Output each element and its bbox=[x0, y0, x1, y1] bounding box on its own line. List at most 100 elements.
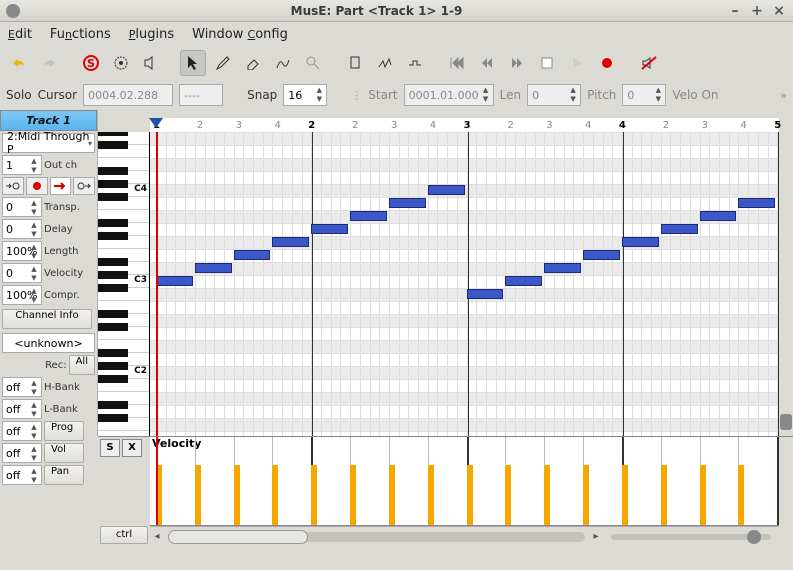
in-route-icon[interactable] bbox=[2, 177, 24, 195]
snap-field[interactable]: 16▲▼ bbox=[283, 84, 327, 106]
ctrl-select-button[interactable]: ctrl bbox=[100, 526, 148, 544]
midi-note[interactable] bbox=[311, 224, 348, 234]
velocity-bar[interactable] bbox=[272, 465, 278, 525]
midi-note[interactable] bbox=[544, 263, 581, 273]
midi-note[interactable] bbox=[738, 198, 775, 208]
menu-plugins[interactable]: Plugins bbox=[129, 27, 174, 42]
redo-button[interactable] bbox=[36, 50, 62, 76]
velocity-bar[interactable] bbox=[544, 465, 550, 525]
velocity-bar[interactable] bbox=[622, 465, 628, 525]
rec-all-button[interactable]: All bbox=[69, 355, 95, 375]
midi-note[interactable] bbox=[156, 276, 193, 286]
hbank-field[interactable]: off▲▼ bbox=[2, 377, 42, 397]
velocity-bar[interactable] bbox=[700, 465, 706, 525]
stop-button[interactable] bbox=[534, 50, 560, 76]
velocity-bar[interactable] bbox=[195, 465, 201, 525]
ctrl-s-button[interactable]: S bbox=[100, 439, 120, 457]
undo-button[interactable] bbox=[6, 50, 32, 76]
ctrl-x-button[interactable]: X bbox=[122, 439, 142, 457]
velocity-bar[interactable] bbox=[583, 465, 589, 525]
loop-off-button[interactable] bbox=[636, 50, 662, 76]
midi-note[interactable] bbox=[350, 211, 387, 221]
velocity-bar[interactable] bbox=[738, 465, 744, 525]
midi-note[interactable] bbox=[272, 237, 309, 247]
midi-note[interactable] bbox=[428, 185, 465, 195]
ctrl-vscroll[interactable] bbox=[779, 437, 793, 546]
piano-keyboard[interactable]: C4C3C2 bbox=[98, 132, 150, 436]
rec-enable-icon[interactable] bbox=[26, 177, 48, 195]
velocity-bar[interactable] bbox=[234, 465, 240, 525]
out-arrow-icon[interactable] bbox=[50, 177, 72, 195]
velocity-bar[interactable] bbox=[505, 465, 511, 525]
midi-note[interactable] bbox=[389, 198, 426, 208]
forward-button[interactable] bbox=[504, 50, 530, 76]
pencil-tool[interactable] bbox=[210, 50, 236, 76]
record-button[interactable] bbox=[594, 50, 620, 76]
cursor-pos-field[interactable]: 0004.02.288 bbox=[83, 84, 173, 106]
port-combo[interactable]: 2:Midi Through P▾ bbox=[2, 133, 95, 153]
metronome-button[interactable] bbox=[108, 50, 134, 76]
hzoom-slider[interactable] bbox=[611, 534, 771, 540]
minimize-button[interactable]: – bbox=[727, 3, 743, 19]
velocity-bar[interactable] bbox=[311, 465, 317, 525]
velocity-bar[interactable] bbox=[428, 465, 434, 525]
vol-field[interactable]: off▲▼ bbox=[2, 443, 42, 463]
channel-info-button[interactable]: Channel Info bbox=[2, 309, 92, 329]
menu-functions[interactable]: Functions bbox=[50, 27, 111, 42]
velocity-bar[interactable] bbox=[467, 465, 473, 525]
hscroll-right[interactable]: ▸ bbox=[589, 531, 603, 542]
len-field[interactable]: 0▲▼ bbox=[527, 84, 581, 106]
zoom-tool[interactable] bbox=[300, 50, 326, 76]
velocity-bar[interactable] bbox=[389, 465, 395, 525]
note-grid[interactable] bbox=[150, 132, 779, 436]
vol-button[interactable]: Vol bbox=[44, 443, 84, 463]
prog-button[interactable]: Prog bbox=[44, 421, 84, 441]
delay-field[interactable]: 0▲▼ bbox=[2, 219, 42, 239]
back-button[interactable] bbox=[474, 50, 500, 76]
panic-button[interactable]: S bbox=[78, 50, 104, 76]
vertical-zoom-slider[interactable] bbox=[779, 132, 793, 436]
velocity-bar[interactable] bbox=[350, 465, 356, 525]
pan-field[interactable]: off▲▼ bbox=[2, 465, 42, 485]
menu-window-config[interactable]: Window Config bbox=[192, 27, 288, 42]
mute-tool[interactable] bbox=[372, 50, 398, 76]
midi-note[interactable] bbox=[467, 289, 504, 299]
start-field[interactable]: 0001.01.000▲▼ bbox=[404, 84, 494, 106]
midi-note[interactable] bbox=[622, 237, 659, 247]
midi-note[interactable] bbox=[700, 211, 737, 221]
lbank-field[interactable]: off▲▼ bbox=[2, 399, 42, 419]
midi-note[interactable] bbox=[195, 263, 232, 273]
track-name[interactable]: Track 1 bbox=[0, 110, 97, 131]
rewind-button[interactable] bbox=[444, 50, 470, 76]
velocity-field[interactable]: 0▲▼ bbox=[2, 263, 42, 283]
speaker-button[interactable] bbox=[138, 50, 164, 76]
outch-field[interactable]: 1▲▼ bbox=[2, 155, 42, 175]
velocity-bar[interactable] bbox=[661, 465, 667, 525]
length-field[interactable]: 100%▲▼ bbox=[2, 241, 42, 261]
maximize-button[interactable]: + bbox=[749, 3, 765, 19]
pitch-field[interactable]: 0▲▼ bbox=[622, 84, 666, 106]
instrument-combo[interactable]: <unknown> bbox=[2, 333, 95, 353]
cut-tool[interactable] bbox=[342, 50, 368, 76]
midi-note[interactable] bbox=[661, 224, 698, 234]
pan-button[interactable]: Pan bbox=[44, 465, 84, 485]
eraser-tool[interactable] bbox=[240, 50, 266, 76]
transp-field[interactable]: 0▲▼ bbox=[2, 197, 42, 217]
play-button[interactable] bbox=[564, 50, 590, 76]
overflow-icon[interactable]: » bbox=[780, 89, 787, 102]
prog-field[interactable]: off▲▼ bbox=[2, 421, 42, 441]
line-tool[interactable] bbox=[270, 50, 296, 76]
solo-label[interactable]: Solo bbox=[6, 88, 32, 102]
hscroll-left[interactable]: ◂ bbox=[150, 531, 164, 542]
cursor-sub-field[interactable]: ---- bbox=[179, 84, 223, 106]
glue-tool[interactable] bbox=[402, 50, 428, 76]
midi-note[interactable] bbox=[505, 276, 542, 286]
hscroll-thumb[interactable] bbox=[168, 530, 308, 544]
midi-note[interactable] bbox=[583, 250, 620, 260]
midi-note[interactable] bbox=[234, 250, 271, 260]
velocity-lane[interactable]: Velocity bbox=[150, 437, 779, 526]
compr-field[interactable]: 100%▲▼ bbox=[2, 285, 42, 305]
menu-edit[interactable]: Edit bbox=[8, 27, 32, 42]
close-button[interactable]: × bbox=[771, 3, 787, 19]
hscroll-track[interactable] bbox=[168, 532, 585, 542]
